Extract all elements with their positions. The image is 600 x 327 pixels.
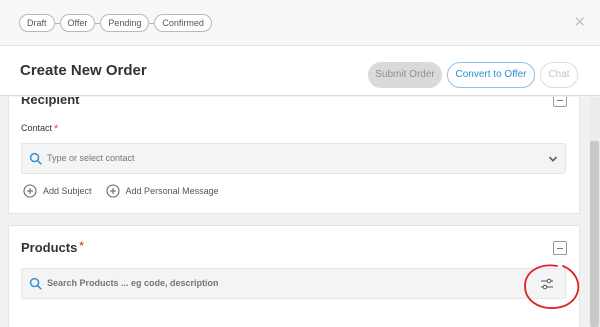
step-confirmed[interactable]: Confirmed (154, 14, 212, 32)
page-header: Create New Order Submit Order Convert to… (0, 46, 600, 96)
add-personal-message-label: Add Personal Message (125, 186, 219, 196)
contact-select[interactable] (21, 143, 566, 174)
form-content: Recipient Contact* Add Subject (0, 97, 588, 327)
product-search[interactable] (21, 268, 566, 299)
step-draft[interactable]: Draft (19, 14, 55, 32)
contact-input[interactable] (47, 153, 467, 163)
required-mark: * (79, 240, 84, 252)
scrollbar-thumb[interactable] (590, 141, 599, 327)
add-subject-link[interactable]: Add Subject (23, 184, 92, 198)
products-title-text: Products (21, 240, 78, 255)
recipient-title-text: Recipient (21, 97, 80, 107)
search-icon (29, 152, 42, 165)
plus-circle-icon (105, 184, 120, 198)
products-title: Products * (21, 240, 84, 255)
workflow-steps: Draft Offer Pending Confirmed (19, 14, 212, 32)
close-icon[interactable]: ✕ (573, 14, 586, 32)
step-connector (54, 22, 60, 24)
contact-label-text: Contact (21, 123, 53, 133)
collapse-icon[interactable] (553, 241, 567, 255)
recipient-actions: Add Subject Add Personal Message (23, 184, 233, 198)
products-section: Products * (8, 225, 580, 327)
convert-to-offer-button[interactable]: Convert to Offer (447, 62, 535, 88)
chat-button[interactable]: Chat (540, 62, 578, 88)
product-search-input[interactable] (47, 278, 467, 288)
search-icon (29, 277, 42, 290)
step-offer[interactable]: Offer (59, 14, 96, 32)
recipient-section: Recipient Contact* Add Subject (8, 97, 580, 214)
plus-circle-icon (23, 184, 37, 198)
status-bar: Draft Offer Pending Confirmed ✕ (0, 0, 600, 46)
chevron-down-icon[interactable] (548, 154, 558, 164)
annotation-circle (524, 264, 580, 309)
add-subject-label: Add Subject (43, 186, 92, 196)
page-title: Create New Order (20, 62, 147, 79)
recipient-title: Recipient (21, 97, 80, 107)
contact-label: Contact * (21, 123, 58, 135)
collapse-icon[interactable] (553, 97, 567, 107)
step-pending[interactable]: Pending (100, 14, 150, 32)
required-mark: * (54, 123, 59, 135)
add-personal-message-link[interactable]: Add Personal Message (105, 184, 219, 198)
submit-order-button[interactable]: Submit Order (368, 62, 442, 88)
